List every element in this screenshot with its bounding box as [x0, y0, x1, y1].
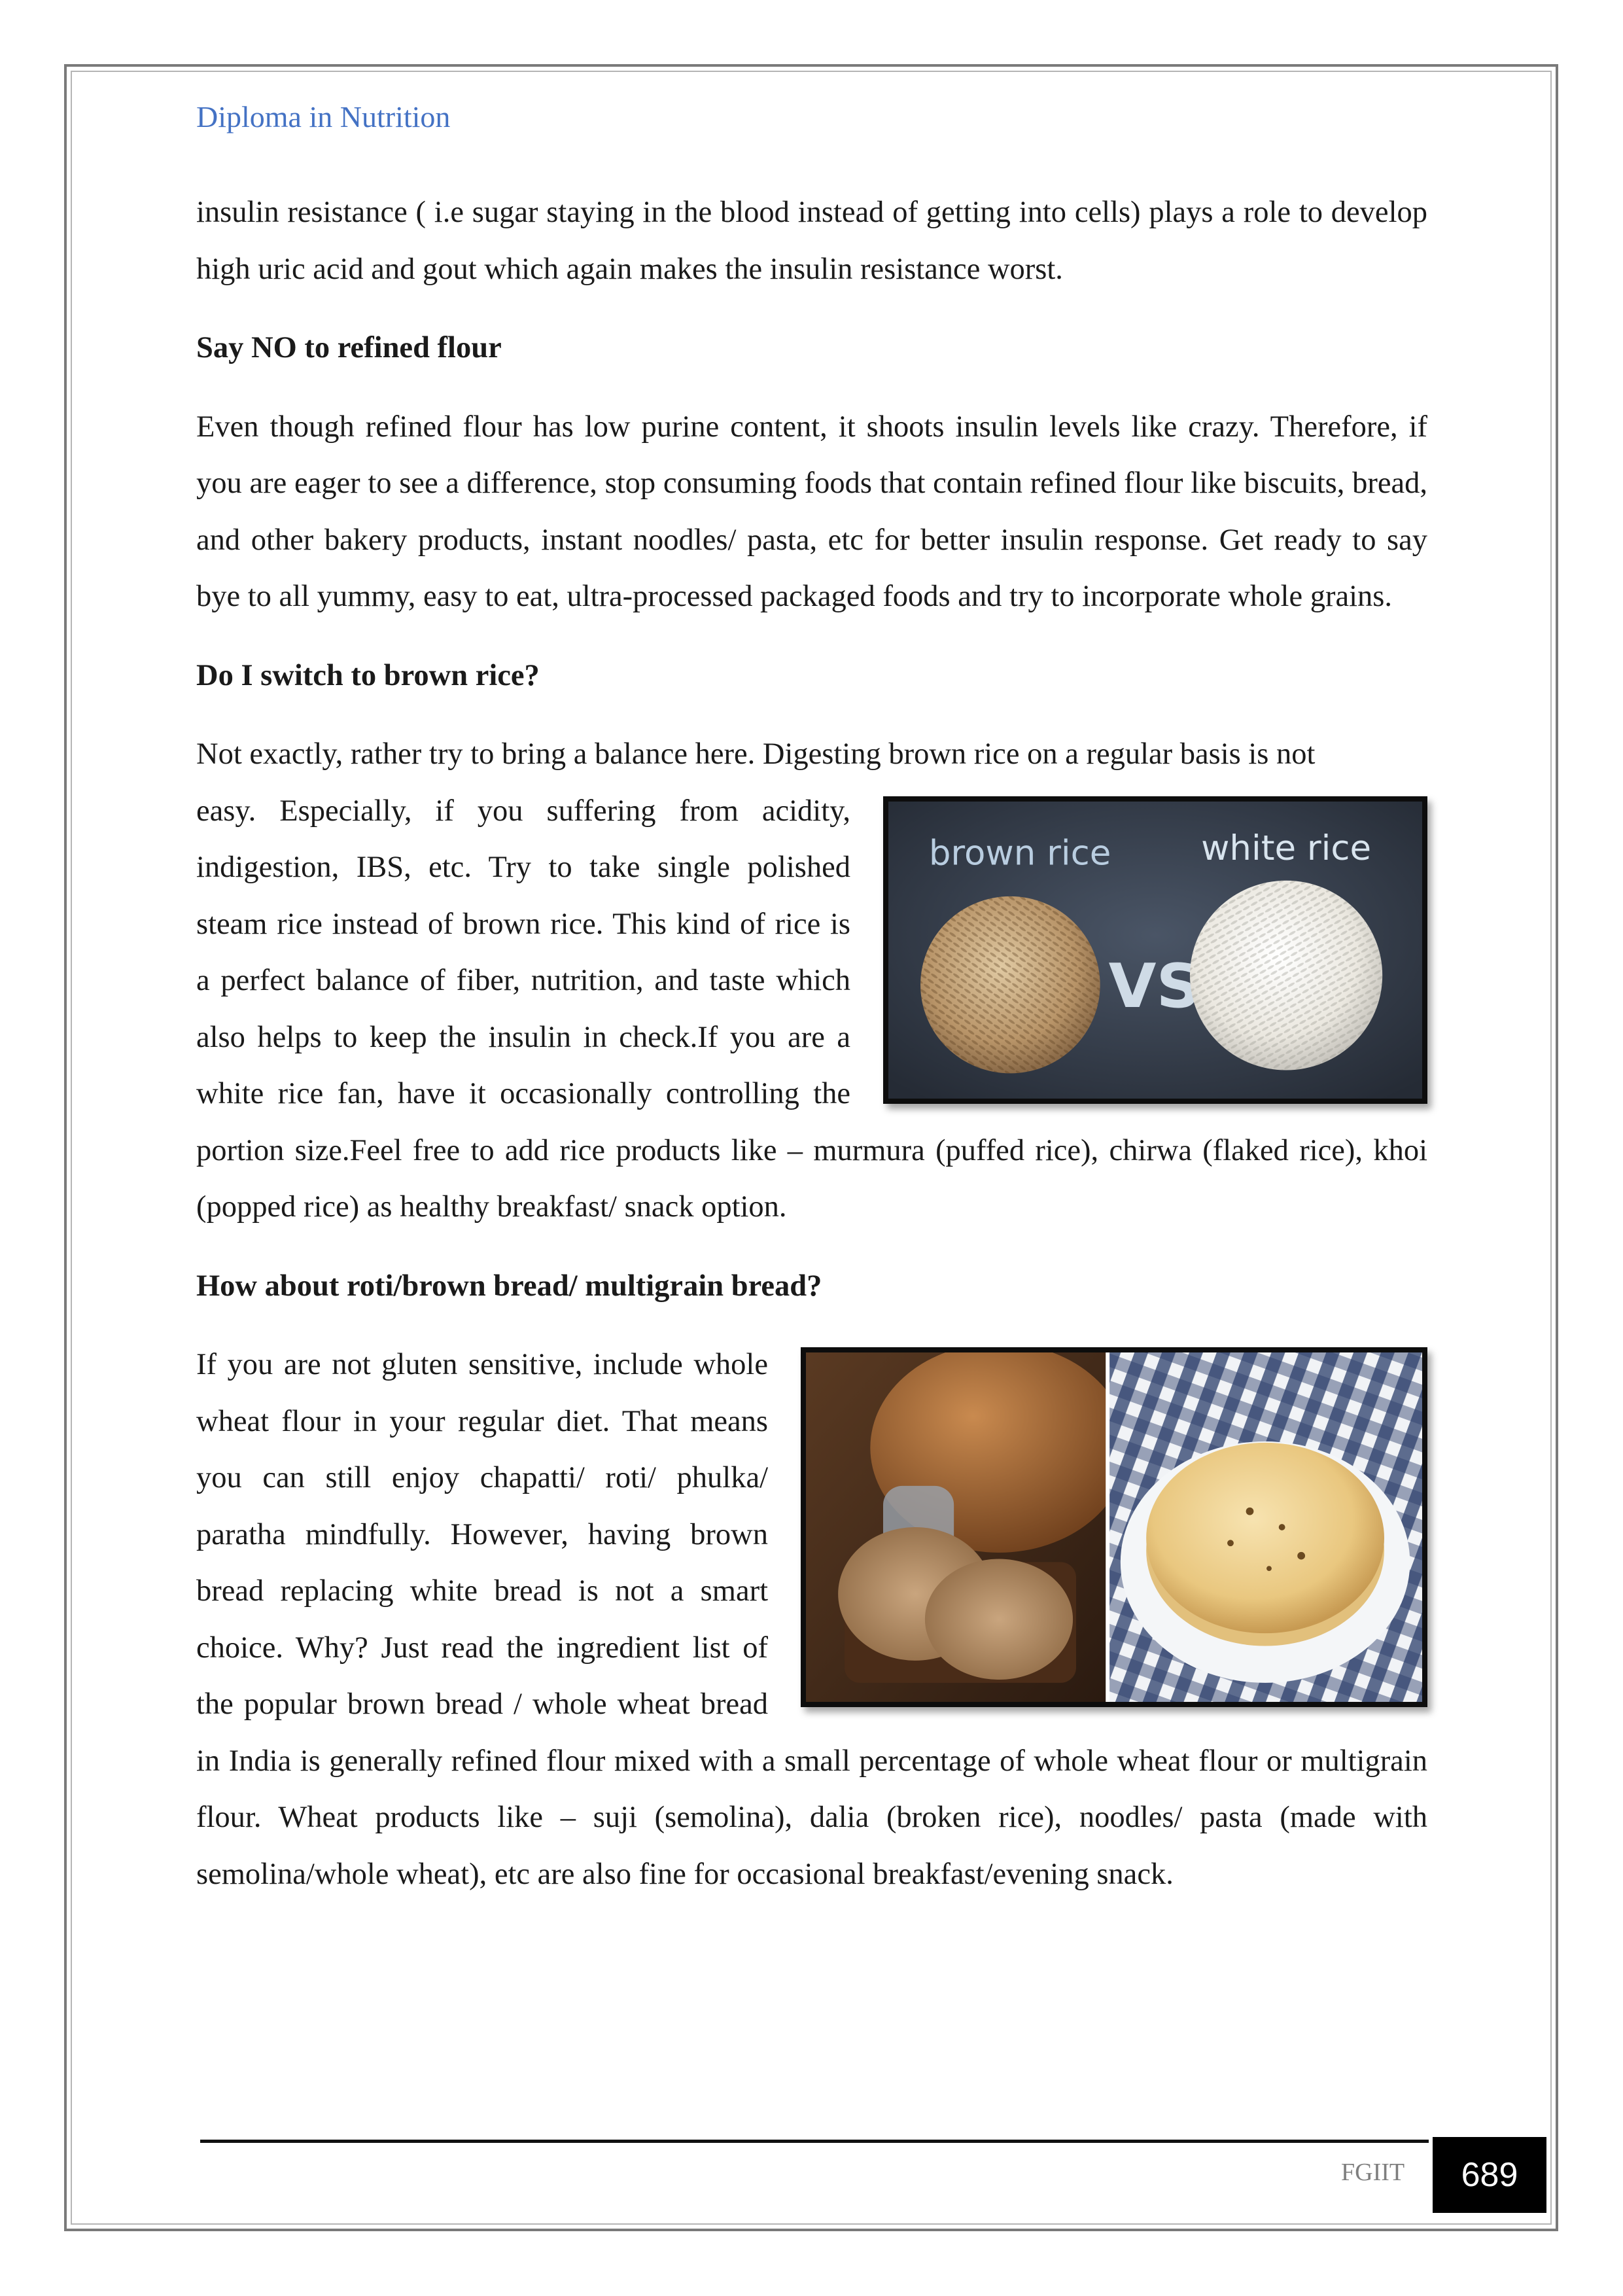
intro-paragraph: insulin resistance ( i.e sugar staying i… — [196, 196, 1427, 286]
page-number: 689 — [1433, 2137, 1546, 2213]
section-heading-brown-rice: Do I switch to brown rice? — [196, 658, 540, 692]
bread-and-roti-photo — [801, 1347, 1427, 1707]
section-lead-brown-rice: Not exactly, rather try to bring a balan… — [196, 737, 1316, 771]
rice-label-vs: VS — [1109, 951, 1201, 1021]
main-content: insulin resistance ( i.e sugar staying i… — [196, 185, 1427, 1925]
rice-label-brown: brown rice — [929, 833, 1111, 873]
section-body-refined-flour: Even though refined flour has low purine… — [196, 410, 1427, 614]
footer-brand: FGIIT — [1341, 2159, 1405, 2186]
brown-vs-white-rice-photo: brown rice white rice VS — [883, 796, 1427, 1104]
rice-label-white: white rice — [1201, 828, 1371, 868]
section-heading-bread: How about roti/brown bread/ multigrain b… — [196, 1269, 822, 1303]
footer-rule — [200, 2140, 1429, 2143]
running-header: Diploma in Nutrition — [196, 100, 451, 133]
section-heading-refined-flour: Say NO to refined flour — [196, 331, 502, 364]
